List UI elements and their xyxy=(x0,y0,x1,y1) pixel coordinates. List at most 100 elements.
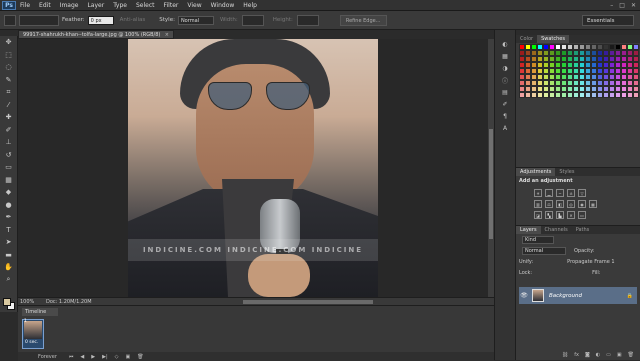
lasso-tool-icon[interactable]: ◌ xyxy=(0,61,17,74)
antialias-checkbox[interactable]: Anti-alias xyxy=(120,17,146,23)
hand-tool-icon[interactable]: ✋ xyxy=(0,261,17,274)
add-mask-icon[interactable]: ◙ xyxy=(585,352,590,358)
menu-window[interactable]: Window xyxy=(211,2,235,9)
tab-color[interactable]: Color xyxy=(516,35,537,43)
photo-filter-icon[interactable]: ◎ xyxy=(567,200,575,208)
new-adjustment-icon[interactable]: ◐ xyxy=(596,352,600,358)
document-image[interactable]: INDICINE.COM INDICINE.COM INDICINE xyxy=(128,39,378,297)
close-button[interactable]: ✕ xyxy=(631,2,636,9)
close-tab-icon[interactable]: × xyxy=(165,31,169,39)
tab-paths[interactable]: Paths xyxy=(572,226,594,234)
selection-mode-buttons[interactable] xyxy=(19,14,59,26)
delete-layer-icon[interactable]: 🗑 xyxy=(628,352,634,358)
prev-frame-button[interactable]: ◀ xyxy=(80,354,84,360)
width-input[interactable] xyxy=(241,14,264,26)
crop-tool-icon[interactable]: ⌗ xyxy=(0,86,17,99)
clone-stamp-tool-icon[interactable]: ⊥ xyxy=(0,136,17,149)
healing-tool-icon[interactable]: ✚ xyxy=(0,111,17,124)
curves-icon[interactable]: ∽ xyxy=(556,189,564,197)
delete-frame-icon[interactable]: 🗑 xyxy=(137,354,143,360)
blend-mode-select[interactable]: Normal xyxy=(522,246,566,255)
menu-layer[interactable]: Layer xyxy=(87,2,104,9)
color-panel-icon[interactable]: ◐ xyxy=(495,38,515,50)
marquee-tool-preset[interactable] xyxy=(4,14,16,26)
posterize-icon[interactable]: ▚ xyxy=(545,211,553,219)
layer-row-background[interactable]: 👁 Background 🔒 xyxy=(519,287,637,304)
foreground-color-swatch[interactable] xyxy=(3,298,11,306)
brightness-icon[interactable]: ☀ xyxy=(534,189,542,197)
color-lookup-icon[interactable]: ▦ xyxy=(589,200,597,208)
history-icon[interactable]: ▤ xyxy=(495,86,515,98)
color-balance-icon[interactable]: ⚖ xyxy=(545,200,553,208)
vertical-scroll-thumb[interactable] xyxy=(489,129,493,239)
hue-saturation-icon[interactable]: ▥ xyxy=(534,200,542,208)
minimize-button[interactable]: – xyxy=(610,2,613,9)
exposure-icon[interactable]: ± xyxy=(567,189,575,197)
menu-select[interactable]: Select xyxy=(136,2,155,9)
levels-icon[interactable]: ▁ xyxy=(545,189,553,197)
tab-layers[interactable]: Layers xyxy=(516,226,541,234)
zoom-level[interactable]: 100% xyxy=(18,299,46,305)
menu-view[interactable]: View xyxy=(187,2,201,9)
timeline-tab[interactable]: Timeline xyxy=(22,308,58,316)
zoom-tool-icon[interactable]: ⌕ xyxy=(0,274,17,287)
propagate-checkbox[interactable]: Propagate Frame 1 xyxy=(567,259,614,265)
dodge-tool-icon[interactable]: ● xyxy=(0,199,17,212)
history-brush-tool-icon[interactable]: ↺ xyxy=(0,149,17,162)
doc-size[interactable]: Doc: 1.20M/1.20M xyxy=(46,299,126,305)
blur-tool-icon[interactable]: ◆ xyxy=(0,186,17,199)
tab-channels[interactable]: Channels xyxy=(541,226,572,234)
character-icon[interactable]: A xyxy=(495,122,515,134)
gradient-map-icon[interactable]: ▭ xyxy=(578,211,586,219)
black-white-icon[interactable]: ◧ xyxy=(556,200,564,208)
channel-mixer-icon[interactable]: ◉ xyxy=(578,200,586,208)
layer-style-icon[interactable]: fx xyxy=(574,352,579,358)
duplicate-frame-button[interactable]: ▣ xyxy=(126,354,131,360)
workspace-switcher[interactable]: Essentials xyxy=(582,15,634,26)
height-input[interactable] xyxy=(296,14,319,26)
menu-help[interactable]: Help xyxy=(243,2,257,9)
style-select[interactable]: Normal xyxy=(177,15,214,25)
horizontal-scroll-thumb[interactable] xyxy=(243,300,373,304)
invert-icon[interactable]: ◪ xyxy=(534,211,542,219)
menu-type[interactable]: Type xyxy=(113,2,127,9)
threshold-icon[interactable]: ▙ xyxy=(556,211,564,219)
selective-color-icon[interactable]: ✕ xyxy=(567,211,575,219)
first-frame-button[interactable]: ⏮ xyxy=(69,354,74,360)
maximize-button[interactable]: □ xyxy=(619,2,625,9)
brush-tool-icon[interactable]: ✐ xyxy=(0,124,17,137)
swatch-grid[interactable] xyxy=(519,44,639,104)
menu-file[interactable]: File xyxy=(20,2,30,9)
visibility-eye-icon[interactable]: 👁 xyxy=(519,292,529,299)
new-group-icon[interactable]: ▭ xyxy=(606,352,611,358)
frame-delay[interactable]: 0 sec. xyxy=(25,340,38,345)
tab-styles[interactable]: Styles xyxy=(555,168,578,176)
layer-name[interactable]: Background xyxy=(549,293,582,299)
info-icon[interactable]: ⓘ xyxy=(495,74,515,86)
gradient-tool-icon[interactable]: ▦ xyxy=(0,174,17,187)
tween-button[interactable]: ◇ xyxy=(115,354,119,360)
loop-select[interactable]: Forever xyxy=(38,354,57,360)
swatch-cell[interactable] xyxy=(633,92,639,98)
vibrance-icon[interactable]: ▽ xyxy=(578,189,586,197)
pen-tool-icon[interactable]: ✒ xyxy=(0,211,17,224)
type-tool-icon[interactable]: T xyxy=(0,224,17,237)
adjust-icon[interactable]: ◑ xyxy=(495,62,515,74)
menu-image[interactable]: Image xyxy=(60,2,79,9)
play-button[interactable]: ▶ xyxy=(91,354,95,360)
refine-edge-button[interactable]: Refine Edge... xyxy=(339,14,387,26)
tab-swatches[interactable]: Swatches xyxy=(537,35,569,43)
path-select-tool-icon[interactable]: ➤ xyxy=(0,236,17,249)
tab-adjustments[interactable]: Adjustments xyxy=(516,168,556,176)
animation-frame[interactable]: 1 0 sec. xyxy=(22,319,44,349)
menu-filter[interactable]: Filter xyxy=(164,2,179,9)
marquee-tool-icon[interactable]: ⬚ xyxy=(0,49,17,62)
move-tool-icon[interactable]: ✥ xyxy=(0,36,17,49)
shape-tool-icon[interactable]: ▬ xyxy=(0,249,17,262)
eraser-tool-icon[interactable]: ▭ xyxy=(0,161,17,174)
kind-filter-select[interactable]: Kind xyxy=(522,235,554,244)
paragraph-icon[interactable]: ¶ xyxy=(495,110,515,122)
feather-input[interactable]: 0 px xyxy=(87,15,114,25)
brush-icon[interactable]: ✐ xyxy=(495,98,515,110)
menu-edit[interactable]: Edit xyxy=(39,2,51,9)
